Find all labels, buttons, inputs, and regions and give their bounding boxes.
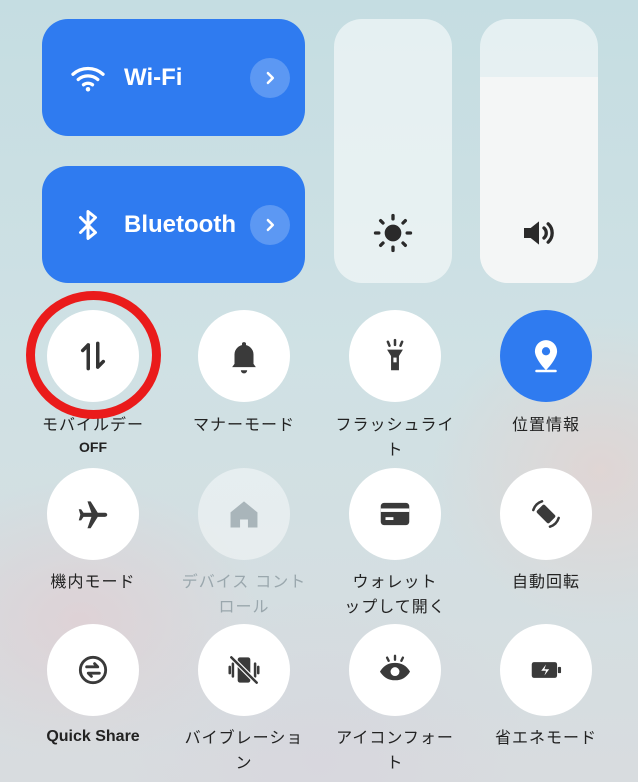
wallet-sub-label: ップして開く (344, 597, 446, 616)
wallet-name: ウォレット (352, 572, 438, 591)
flashlight-label: フラッシュライト (335, 415, 455, 459)
bluetooth-label: Bluetooth (124, 210, 236, 238)
brightness-slider[interactable] (334, 19, 452, 283)
auto-rotate-label: 自動回転 (511, 572, 580, 591)
eye-comfort-label: アイコンフォート (336, 728, 454, 772)
vibration-icon (228, 655, 260, 685)
vibration-toggle[interactable] (198, 624, 290, 716)
airplane-mode-label: 機内モード (50, 572, 136, 591)
auto-rotate-toggle[interactable] (500, 468, 592, 560)
home-icon (230, 501, 258, 528)
quick-share-label: Quick Share (46, 728, 140, 745)
mobile-data-name: モバイルデー (41, 415, 144, 434)
airplane-icon (78, 501, 108, 529)
quick-share-icon (78, 655, 108, 685)
wifi-tile[interactable]: Wi-Fi (42, 19, 305, 136)
bluetooth-tile[interactable]: Bluetooth (42, 166, 305, 283)
flashlight-icon (386, 338, 404, 371)
wifi-icon (71, 66, 105, 91)
bluetooth-chevron-right-icon[interactable] (250, 204, 290, 245)
bell-icon (232, 342, 256, 374)
auto-rotate-icon (532, 500, 560, 528)
quick-share-toggle[interactable] (47, 624, 139, 716)
mobile-data-toggle[interactable] (47, 310, 139, 402)
battery-saver-toggle[interactable] (500, 624, 592, 716)
mobile-data-label: モバイルデー OFF (28, 412, 158, 457)
wallet-icon (380, 502, 410, 526)
mobile-data-status: OFF (79, 439, 107, 455)
volume-slider[interactable] (480, 19, 598, 283)
device-control-label: デバイス コントロール (181, 572, 307, 616)
location-toggle[interactable] (500, 310, 592, 402)
battery-saver-label: 省エネモード (494, 728, 597, 747)
battery-saver-icon (531, 662, 562, 678)
manner-mode-label: マナーモード (192, 415, 295, 434)
location-icon (534, 340, 558, 373)
eye-comfort-toggle[interactable] (349, 624, 441, 716)
airplane-mode-toggle[interactable] (47, 468, 139, 560)
wifi-chevron-right-icon[interactable] (250, 57, 290, 98)
bluetooth-icon (79, 209, 97, 240)
vibration-label: バイブレーション (184, 728, 304, 772)
manner-mode-toggle[interactable] (198, 310, 290, 402)
mobile-data-icon (80, 341, 106, 371)
wallet-toggle[interactable] (349, 468, 441, 560)
wifi-label: Wi-Fi (124, 63, 183, 91)
volume-icon (524, 221, 554, 245)
brightness-icon (373, 213, 413, 253)
device-control-toggle[interactable] (198, 468, 290, 560)
flashlight-toggle[interactable] (349, 310, 441, 402)
eye-comfort-icon (379, 654, 411, 681)
wallet-label: ウォレット ップして開く (330, 569, 460, 619)
location-label: 位置情報 (511, 415, 580, 434)
